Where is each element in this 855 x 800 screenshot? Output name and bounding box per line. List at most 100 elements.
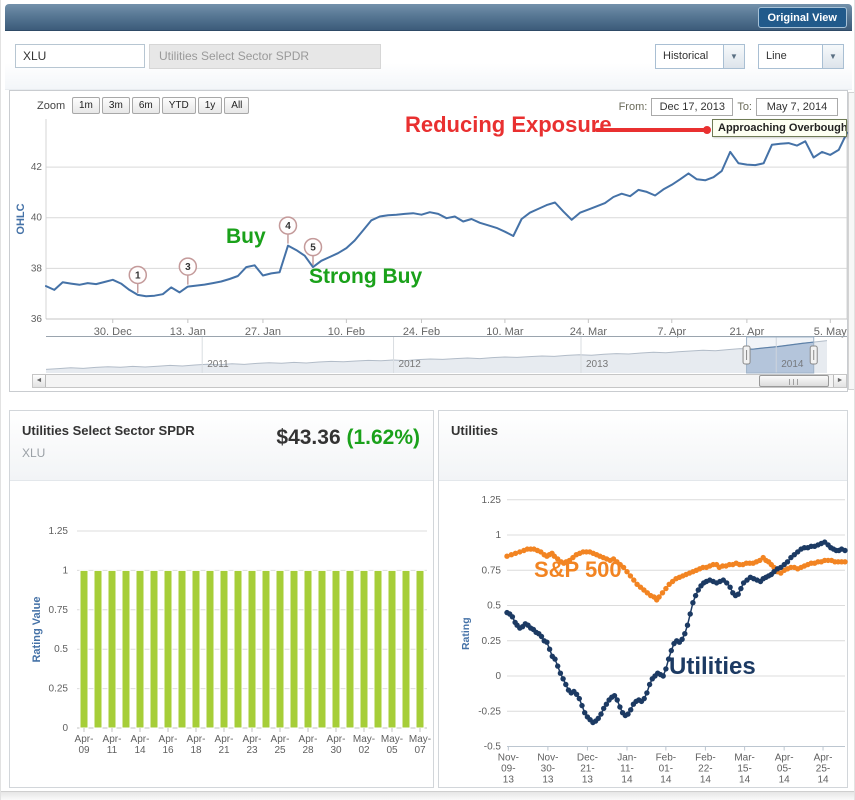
svg-text:13: 13 (503, 775, 515, 786)
svg-text:Apr-: Apr- (243, 734, 262, 745)
event-marker-4[interactable]: 4 (279, 217, 296, 244)
scrollbar-thumb[interactable] (759, 375, 829, 387)
toolbar: Utilities Select Sector SPDR Historical … (5, 31, 852, 90)
svg-text:14: 14 (621, 775, 633, 786)
rating-bar (374, 570, 382, 728)
svg-text:14: 14 (817, 775, 829, 786)
scrollbar-left-arrow-icon[interactable]: ◄ (33, 375, 46, 387)
zoom-button-6m[interactable]: 6m (132, 97, 160, 114)
svg-text:Apr-: Apr- (775, 753, 794, 764)
svg-text:16: 16 (162, 745, 174, 756)
svg-text:Apr-: Apr- (75, 734, 94, 745)
navigator-handle-left[interactable] (743, 346, 750, 364)
svg-text:OHLC: OHLC (15, 203, 27, 234)
chart-type-dropdown[interactable]: Line ▼ (758, 44, 844, 69)
rating-line-chart: -0.5-0.2500.250.50.7511.25RatingNov-09-1… (439, 459, 849, 789)
svg-text:13: 13 (582, 775, 594, 786)
to-label: To: (737, 101, 752, 113)
event-marker-1[interactable]: 1 (129, 266, 146, 293)
from-date-input[interactable] (651, 98, 733, 116)
rating-bar (136, 570, 144, 728)
svg-text:36: 36 (31, 314, 43, 325)
instrument-price: $43.36 (1.62%) (276, 426, 420, 450)
svg-text:3: 3 (185, 262, 191, 273)
historical-dropdown[interactable]: Historical ▼ (655, 44, 745, 69)
from-label: From: (619, 101, 648, 113)
rating-bar (346, 570, 354, 728)
event-marker-5[interactable]: 5 (305, 239, 322, 265)
svg-text:14: 14 (779, 775, 791, 786)
rating-bar (402, 570, 410, 728)
svg-text:May-: May- (381, 734, 403, 745)
svg-text:1: 1 (62, 565, 68, 576)
svg-text:Apr-: Apr- (271, 734, 290, 745)
svg-text:01-: 01- (659, 764, 673, 775)
svg-text:Apr-: Apr- (327, 734, 346, 745)
svg-text:Jan-: Jan- (617, 753, 636, 764)
zoom-button-3m[interactable]: 3m (102, 97, 130, 114)
svg-text:23: 23 (246, 745, 258, 756)
svg-text:Nov-: Nov- (537, 753, 558, 764)
zoom-button-1m[interactable]: 1m (72, 97, 100, 114)
svg-text:Apr-: Apr- (299, 734, 318, 745)
svg-text:15-: 15- (737, 764, 751, 775)
svg-text:0.5: 0.5 (487, 601, 501, 612)
svg-text:1.25: 1.25 (482, 495, 502, 506)
rating-bar (388, 570, 396, 728)
symbol-input[interactable] (15, 44, 145, 68)
svg-text:May-: May- (409, 734, 431, 745)
svg-text:30: 30 (330, 745, 342, 756)
rating-bar (234, 570, 242, 728)
zoom-buttons: 1m3m6mYTD1yAll (72, 97, 249, 114)
svg-text:2012: 2012 (399, 359, 422, 370)
svg-text:0: 0 (495, 671, 501, 682)
main-chart-panel: Zoom 1m3m6mYTD1yAll From: To: 3638404230… (9, 90, 848, 392)
reducing-exposure-pointer-line (595, 128, 705, 132)
svg-text:0: 0 (62, 723, 68, 734)
svg-text:11-: 11- (620, 764, 634, 775)
price-change-percent: (1.62%) (346, 426, 420, 449)
svg-text:Rating Value: Rating Value (31, 596, 43, 662)
rating-bar (332, 570, 340, 728)
rating-bar-chart: 00.250.50.7511.25Rating ValueApr-09Apr-1… (10, 481, 435, 789)
symbol-name-box: Utilities Select Sector SPDR (149, 44, 381, 69)
svg-text:11: 11 (107, 745, 118, 756)
rating-bar (150, 570, 158, 728)
svg-text:1.25: 1.25 (49, 526, 69, 537)
svg-text:0.25: 0.25 (482, 636, 502, 647)
svg-text:2011: 2011 (207, 359, 229, 370)
svg-text:2013: 2013 (586, 359, 609, 370)
svg-text:21: 21 (218, 745, 230, 756)
svg-text:-0.5: -0.5 (484, 742, 502, 753)
svg-text:-0.25: -0.25 (478, 706, 501, 717)
svg-text:02: 02 (358, 745, 370, 756)
instrument-panel: Utilities Select Sector SPDR XLU $43.36 … (9, 410, 434, 788)
zoom-label: Zoom (37, 100, 65, 112)
svg-text:1: 1 (135, 270, 141, 281)
svg-text:14: 14 (134, 745, 146, 756)
svg-text:25-: 25- (816, 764, 830, 775)
svg-text:21-: 21- (580, 764, 594, 775)
svg-text:1: 1 (495, 530, 501, 541)
event-marker-3[interactable]: 3 (179, 258, 196, 285)
approaching-overbought-flag[interactable]: Approaching Overbought (712, 119, 847, 137)
zoom-button-ytd[interactable]: YTD (162, 97, 196, 114)
svg-text:42: 42 (31, 162, 43, 173)
svg-text:09: 09 (78, 745, 90, 756)
chevron-down-icon[interactable]: ▼ (723, 45, 744, 68)
zoom-button-1y[interactable]: 1y (198, 97, 223, 114)
to-date-input[interactable] (756, 98, 838, 116)
rating-bar (262, 570, 270, 728)
scrollbar-right-arrow-icon[interactable]: ► (833, 375, 846, 387)
svg-text:13: 13 (542, 775, 554, 786)
vertical-scrollbar[interactable] (848, 92, 855, 390)
instrument-symbol: XLU (22, 446, 45, 460)
original-view-button[interactable]: Original View (758, 7, 848, 28)
svg-text:Apr-: Apr- (131, 734, 150, 745)
zoom-button-all[interactable]: All (224, 97, 249, 114)
chevron-down-icon[interactable]: ▼ (822, 45, 843, 68)
svg-text:22-: 22- (698, 764, 712, 775)
svg-text:05: 05 (386, 745, 398, 756)
navigator-handle-right[interactable] (810, 346, 817, 364)
navigator-scrollbar[interactable]: ◄ ► (32, 374, 847, 388)
